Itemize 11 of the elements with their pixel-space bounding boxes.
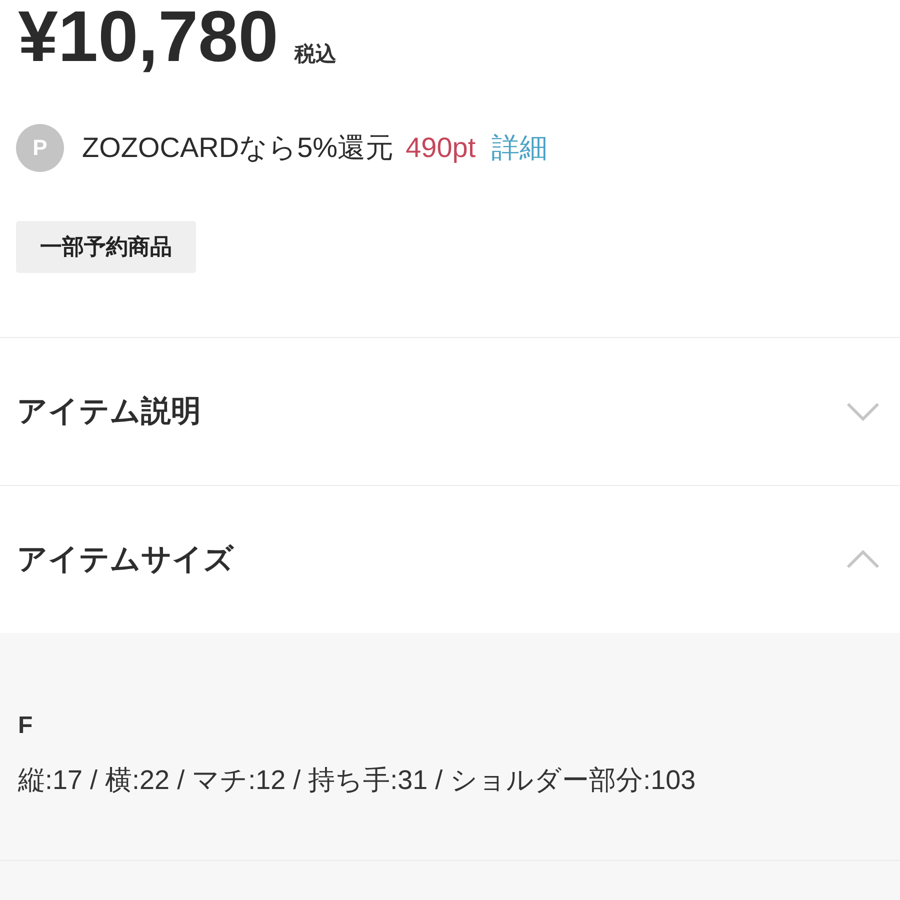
chevron-down-icon [846, 402, 880, 421]
chevron-up-icon [846, 550, 880, 569]
accordion-header[interactable]: アイテム説明 [0, 337, 900, 485]
points-value: 490pt [406, 132, 476, 164]
price: ¥10,780 [18, 1, 278, 73]
tax-included-label: 税込 [294, 42, 336, 68]
points-rate-text: ZOZOCARDなら5%還元 [82, 131, 394, 165]
preorder-tag: 一部予約商品 [16, 221, 196, 273]
size-label: F [18, 712, 33, 740]
size-dimensions: 縦:17 / 横:22 / マチ:12 / 持ち手:31 / ショルダー部分:103 [18, 764, 696, 796]
points-icon: P [16, 124, 64, 172]
